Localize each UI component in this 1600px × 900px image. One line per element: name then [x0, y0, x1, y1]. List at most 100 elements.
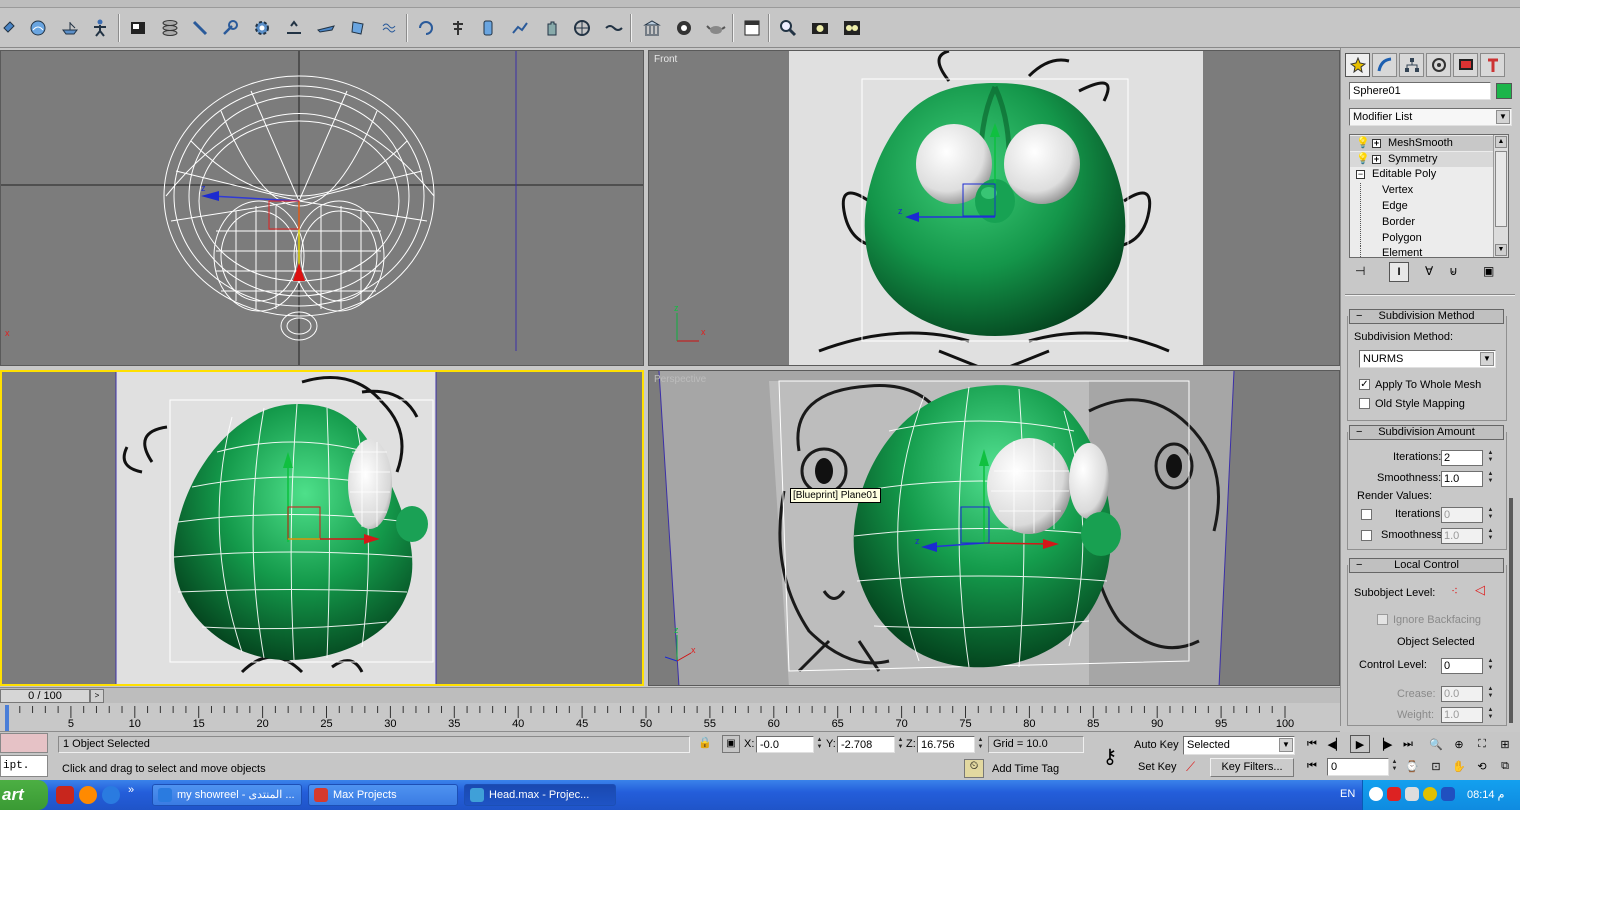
weight-spinner[interactable]: 1.0 [1441, 707, 1483, 723]
iterations-spinner[interactable]: 2 [1441, 450, 1483, 466]
z-coordinate-field[interactable]: 16.756 [917, 736, 975, 753]
internet-explorer-icon[interactable] [102, 786, 120, 804]
sphere-icon[interactable] [26, 16, 50, 40]
hand-icon[interactable] [540, 16, 564, 40]
maximize-viewport-icon[interactable]: ⧉ [1495, 757, 1515, 775]
viewport-top[interactable]: z x [0, 50, 644, 366]
current-frame-marker[interactable] [5, 705, 9, 731]
object-color-swatch[interactable] [1496, 83, 1512, 99]
key-mode-toggle-icon[interactable]: ⏮ [1302, 757, 1322, 775]
window-icon[interactable] [740, 16, 764, 40]
curve-icon[interactable] [508, 16, 532, 40]
panel-scrollbar[interactable] [1509, 498, 1513, 723]
make-unique-icon[interactable]: ∀ [1425, 264, 1433, 278]
zoom-region-icon[interactable] [776, 16, 800, 40]
image-icon[interactable] [126, 16, 150, 40]
time-slider-thumb[interactable]: 0 / 100 [0, 689, 90, 703]
render-smoothness-checkbox[interactable] [1361, 530, 1372, 541]
time-tag-icon[interactable]: ⏲ [964, 759, 984, 778]
arc-rotate-icon[interactable]: ⟲ [1472, 757, 1492, 775]
stack-item-editable-poly[interactable]: − Editable Poly [1350, 167, 1494, 182]
gear-icon[interactable] [250, 16, 274, 40]
go-to-start-icon[interactable]: ⏮ [1302, 735, 1322, 753]
maxscript-listener-pink[interactable] [0, 733, 48, 753]
current-frame-field[interactable]: 0 [1327, 758, 1389, 776]
play-icon[interactable]: ▶ [1350, 735, 1370, 753]
spinner-arrows-icon[interactable]: ▲ ▼ [1486, 450, 1495, 466]
spinner-arrows-icon[interactable]: ▲ ▼ [1486, 528, 1495, 544]
edge-level-icon[interactable]: ◁ [1475, 582, 1485, 598]
scroll-down-icon[interactable]: ▼ [1495, 244, 1507, 256]
camera-icon[interactable] [808, 16, 832, 40]
language-indicator[interactable]: EN [1340, 788, 1355, 800]
lightbulb-icon[interactable]: 💡 [1356, 136, 1370, 151]
tray-messenger-icon[interactable] [1423, 787, 1437, 801]
clock[interactable]: 08:14 م [1467, 788, 1504, 801]
stack-item-meshsmooth[interactable]: 💡 + MeshSmooth [1350, 136, 1494, 151]
biped-icon[interactable] [88, 16, 112, 40]
collapse-icon[interactable]: − [1356, 170, 1365, 179]
scroll-up-icon[interactable]: ▲ [1495, 136, 1507, 148]
wheel-icon[interactable] [570, 16, 594, 40]
track-bar[interactable]: 5 10 15 20 25 30 35 40 45 50 55 60 65 70 75 80 85 90 95 100 [0, 704, 1340, 732]
time-slider[interactable]: 0 / 100 > [0, 687, 1340, 703]
render-iterations-checkbox[interactable] [1361, 509, 1372, 520]
expand-icon[interactable]: + [1372, 139, 1381, 148]
utilities-tab-icon[interactable] [1480, 53, 1505, 77]
subdivision-method-title[interactable]: − Subdivision Method [1349, 309, 1504, 324]
crease-spinner[interactable]: 0.0 [1441, 686, 1483, 702]
spinner-arrows-icon[interactable]: ▲ ▼ [1486, 507, 1495, 523]
spinner-arrows-icon[interactable]: ▲ ▼ [1486, 686, 1495, 702]
link-icon[interactable] [0, 16, 24, 40]
spinner-arrows-icon[interactable]: ▲ ▼ [976, 737, 985, 753]
tray-network-icon[interactable] [1369, 787, 1383, 801]
spinner-arrows-icon[interactable]: ▲ ▼ [1486, 471, 1495, 487]
smoothness-spinner[interactable]: 1.0 [1441, 471, 1483, 487]
add-time-tag-label[interactable]: Add Time Tag [992, 763, 1059, 775]
go-to-end-icon[interactable]: ⏭ [1398, 735, 1418, 753]
auto-key-button[interactable]: Auto Key [1134, 739, 1179, 751]
stack-scrollbar[interactable]: ▲ ▼ [1493, 135, 1508, 257]
spinner-arrows-icon[interactable]: ▲ ▼ [896, 737, 905, 753]
spanner-icon[interactable] [218, 16, 242, 40]
teapot-icon[interactable] [704, 16, 728, 40]
scroll-thumb[interactable] [1495, 151, 1507, 227]
time-slider-next-icon[interactable]: > [90, 689, 104, 703]
modify-tab-icon[interactable] [1372, 53, 1397, 77]
lightbulb-icon[interactable]: 💡 [1356, 152, 1370, 167]
y-coordinate-field[interactable]: -2.708 [837, 736, 895, 753]
viewport-perspective[interactable]: z z x Perspective [Blueprint] Plane01 [648, 370, 1340, 686]
configure-sets-icon[interactable]: ▣ [1483, 264, 1494, 278]
object-name-field[interactable]: Sphere01 [1349, 82, 1491, 100]
stack-item-symmetry[interactable]: 💡 + Symmetry [1350, 152, 1494, 167]
previous-frame-icon[interactable]: ◀▏ [1326, 735, 1346, 753]
hair-icon[interactable] [378, 16, 402, 40]
subdivision-method-dropdown[interactable]: NURMS ▼ [1359, 350, 1496, 368]
viewport-front[interactable]: z z x Front [648, 50, 1340, 366]
stack-item-vertex[interactable]: Vertex [1350, 183, 1494, 198]
motion-tab-icon[interactable] [1426, 53, 1451, 77]
wave-icon[interactable] [602, 16, 626, 40]
canister-icon[interactable] [476, 16, 500, 40]
tray-antivirus-icon[interactable] [1387, 787, 1401, 801]
zoom-all-icon[interactable]: ⊕ [1449, 735, 1469, 753]
subdivision-amount-title[interactable]: − Subdivision Amount [1349, 425, 1504, 440]
ground-icon[interactable] [282, 16, 306, 40]
spinner-arrows-icon[interactable]: ▲ ▼ [1486, 658, 1495, 674]
x-coordinate-field[interactable]: -0.0 [756, 736, 814, 753]
render-iterations-spinner[interactable]: 0 [1441, 507, 1483, 523]
spinner-arrows-icon[interactable]: ▲ ▼ [1390, 759, 1399, 775]
set-key-button[interactable]: Set Key [1138, 761, 1177, 773]
viewport-left[interactable] [0, 370, 644, 686]
render-smoothness-spinner[interactable]: 1.0 [1441, 528, 1483, 544]
start-button[interactable]: art [0, 780, 48, 810]
old-style-mapping-checkbox[interactable] [1359, 398, 1370, 409]
key-filters-button[interactable]: Key Filters... [1210, 758, 1294, 777]
pencil-icon[interactable] [188, 16, 212, 40]
swirl-icon[interactable] [414, 16, 438, 40]
local-control-title[interactable]: − Local Control [1349, 558, 1504, 573]
temple-icon[interactable] [640, 16, 664, 40]
spinner-arrows-icon[interactable]: ▲ ▼ [1486, 707, 1495, 723]
time-configuration-icon[interactable]: ⌚ [1402, 757, 1422, 775]
display-tab-icon[interactable] [1453, 53, 1478, 77]
